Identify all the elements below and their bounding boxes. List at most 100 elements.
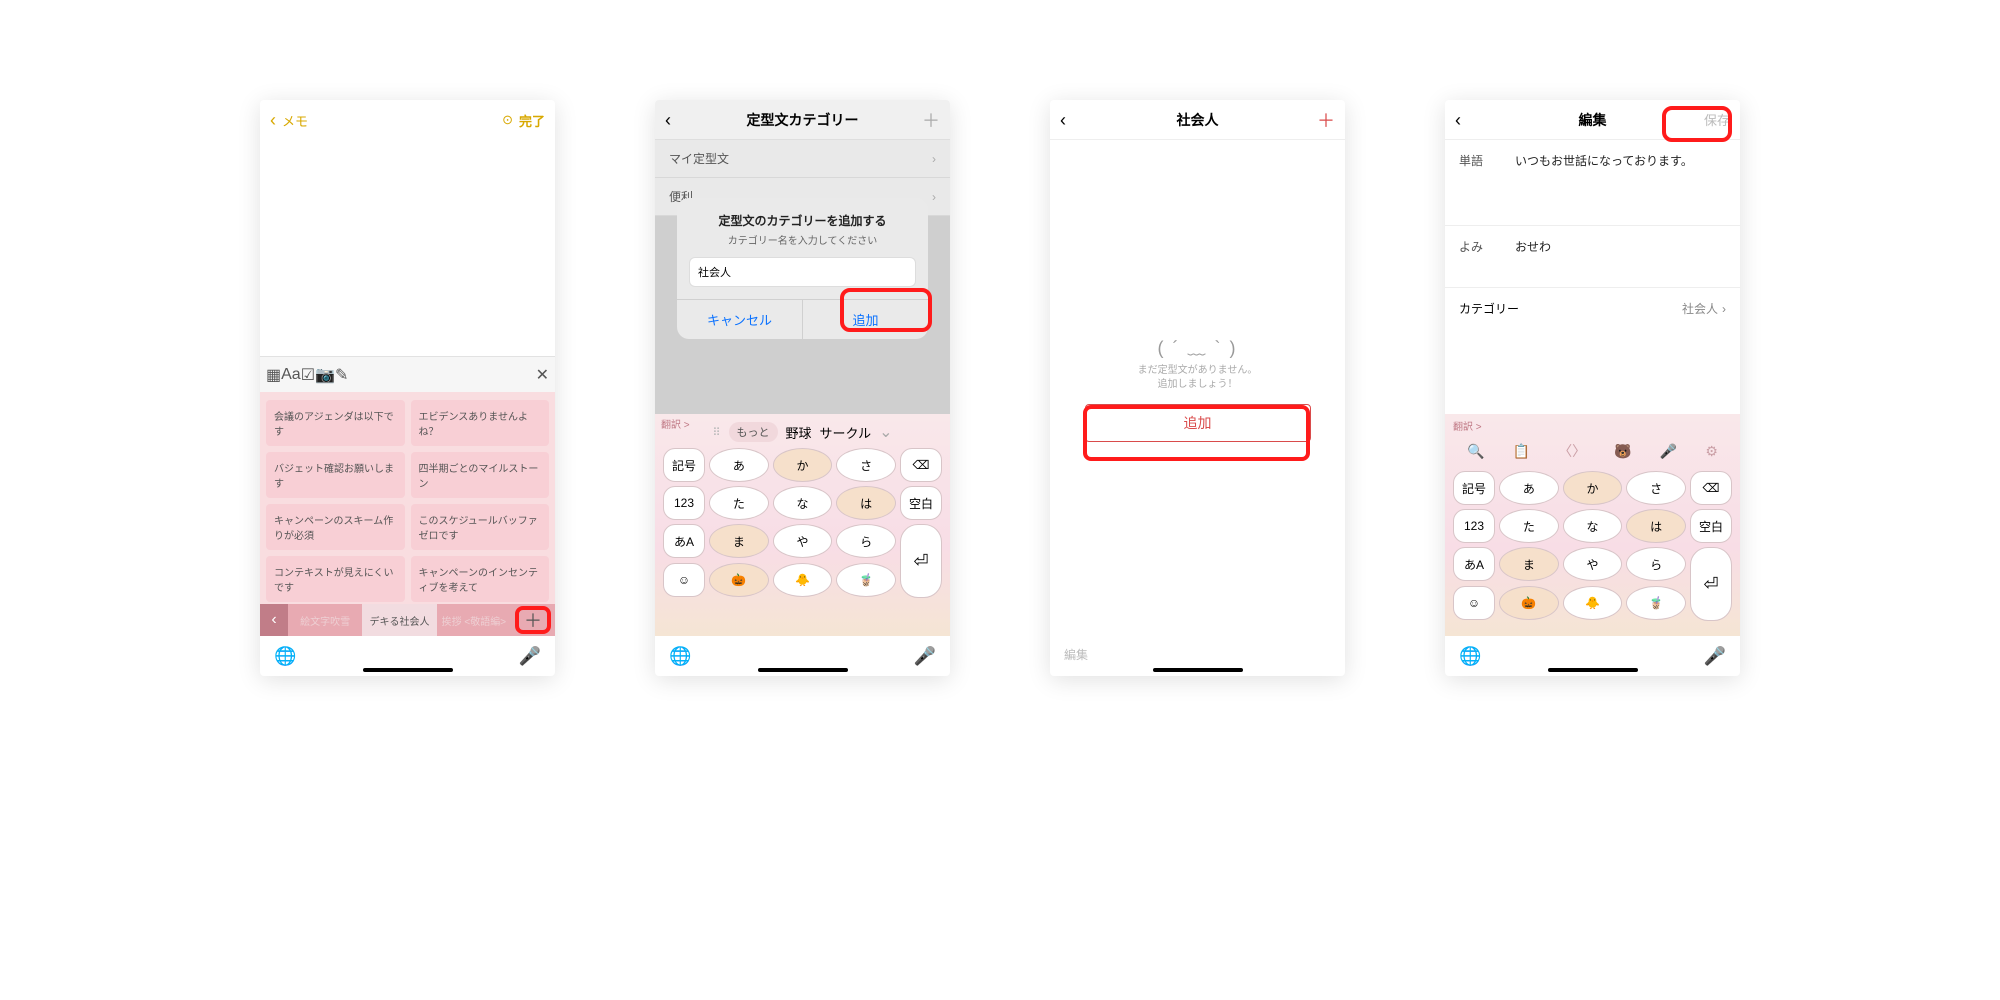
key[interactable]: 🎃 xyxy=(709,563,769,597)
home-indicator xyxy=(1548,668,1638,672)
key[interactable]: た xyxy=(709,486,769,520)
key-emoji[interactable]: ☺ xyxy=(663,563,705,597)
suggestion[interactable]: このスケジュールバッファゼロです xyxy=(411,504,550,550)
tab[interactable]: 挨拶 <敬語編> xyxy=(437,604,511,636)
confirm-add-button[interactable]: 追加 xyxy=(802,300,928,339)
add-category-modal: 定型文のカテゴリーを追加する カテゴリー名を入力してください 社会人 キャンセル… xyxy=(677,198,928,339)
back-button[interactable]: ‹ メモ xyxy=(270,111,330,130)
key[interactable]: か xyxy=(1563,471,1623,505)
key-enter[interactable]: ⏎ xyxy=(1690,547,1732,621)
category-row[interactable]: マイ定型文 › xyxy=(655,140,950,178)
mic-icon[interactable]: 🎤 xyxy=(914,646,936,667)
key[interactable]: ら xyxy=(836,524,896,558)
add-phrase-button[interactable]: 追加 xyxy=(1085,404,1311,442)
bear-icon[interactable]: 🐻 xyxy=(1614,443,1631,460)
done-button[interactable]: 完了 xyxy=(519,111,545,130)
chevron-down-icon[interactable]: ⌄ xyxy=(879,422,892,442)
key[interactable]: さ xyxy=(836,448,896,482)
add-icon[interactable]: ＋ xyxy=(1317,107,1335,133)
suggestion[interactable]: キャンペーンのスキーム作りが必須 xyxy=(266,504,405,550)
suggestion[interactable]: コンテキストが見えにくいです xyxy=(266,556,405,602)
key[interactable]: 🐥 xyxy=(1563,586,1623,620)
camera-icon[interactable]: 📷 xyxy=(315,365,335,385)
key-delete[interactable]: ⌫ xyxy=(1690,471,1732,505)
reading-row[interactable]: よみ おせわ xyxy=(1445,225,1740,267)
add-category-button[interactable]: ＋ xyxy=(515,606,551,634)
key[interactable]: や xyxy=(773,524,833,558)
translate-toggle[interactable]: 翻訳 > xyxy=(1445,414,1740,437)
phone-4: ‹ 編集 保存 単語 いつもお世話になっております。 よみ おせわ カテゴリー … xyxy=(1445,100,1740,676)
key[interactable]: 🐥 xyxy=(773,563,833,597)
globe-icon[interactable]: 🌐 xyxy=(274,646,296,667)
back-button[interactable]: ‹ xyxy=(665,111,671,129)
key[interactable]: は xyxy=(1626,509,1686,543)
reading-input[interactable]: おせわ xyxy=(1515,238,1726,255)
candidate-more[interactable]: もっと xyxy=(729,422,778,442)
markup-icon[interactable]: ✎ xyxy=(335,365,348,385)
suggestion[interactable]: キャンペーンのインセンティブを考えて xyxy=(411,556,550,602)
search-icon[interactable]: 🔍 xyxy=(1467,443,1484,460)
suggestion[interactable]: バジェット確認お願いします xyxy=(266,452,405,498)
tab-selected[interactable]: デキる社会人 xyxy=(362,604,436,636)
note-body[interactable] xyxy=(260,140,555,356)
key-delete[interactable]: ⌫ xyxy=(900,448,942,482)
word-input[interactable]: いつもお世話になっております。 xyxy=(1515,152,1726,169)
key-123[interactable]: 123 xyxy=(1453,509,1495,543)
key[interactable]: な xyxy=(773,486,833,520)
key[interactable]: 🎃 xyxy=(1499,586,1559,620)
gear-icon[interactable]: ⚙ xyxy=(1705,443,1718,460)
suggestion[interactable]: 四半期ごとのマイルストーン xyxy=(411,452,550,498)
clipboard-icon[interactable]: 📋 xyxy=(1513,443,1530,460)
key-symbols[interactable]: 記号 xyxy=(1453,471,1495,505)
key-symbols[interactable]: 記号 xyxy=(663,448,705,482)
key[interactable]: あ xyxy=(1499,471,1559,505)
more-icon[interactable]: ⊙ xyxy=(502,112,513,128)
suggestion[interactable]: エビデンスありませんよね？ xyxy=(411,400,550,446)
kana-keyboard: 翻訳 > ⠿ もっと 野球 サークル ⌄ 記号 あ か さ ⌫ 123 た な … xyxy=(655,414,950,636)
key[interactable]: ら xyxy=(1626,547,1686,581)
text-format-icon[interactable]: Aa xyxy=(281,366,301,384)
key[interactable]: ま xyxy=(1499,547,1559,581)
key[interactable]: な xyxy=(1563,509,1623,543)
key-emoji[interactable]: ☺ xyxy=(1453,586,1495,620)
checklist-icon[interactable]: ☑︎ xyxy=(301,365,315,385)
close-icon[interactable]: ✕ xyxy=(536,365,549,385)
save-button[interactable]: 保存 xyxy=(1704,110,1730,129)
mic-icon[interactable]: 🎤 xyxy=(1660,443,1677,460)
tabs-back[interactable]: ‹ xyxy=(260,604,288,636)
key-mode[interactable]: あA xyxy=(663,524,705,558)
category-tabs: ‹ 絵文字吹雪 デキる社会人 挨拶 <敬語編> ＋ xyxy=(260,604,555,636)
key[interactable]: か xyxy=(773,448,833,482)
key[interactable]: 🧋 xyxy=(836,563,896,597)
table-icon[interactable]: ▦ xyxy=(266,365,281,385)
back-button[interactable]: ‹ xyxy=(1060,111,1066,129)
key[interactable]: は xyxy=(836,486,896,520)
mic-icon[interactable]: 🎤 xyxy=(1704,646,1726,667)
translate-toggle[interactable]: 翻訳 > xyxy=(661,416,690,431)
candidate[interactable]: 野球 xyxy=(786,423,812,442)
key[interactable]: 🧋 xyxy=(1626,586,1686,620)
key[interactable]: た xyxy=(1499,509,1559,543)
key-mode[interactable]: あA xyxy=(1453,547,1495,581)
back-button[interactable]: ‹ xyxy=(1455,111,1461,129)
key[interactable]: さ xyxy=(1626,471,1686,505)
tab[interactable]: 絵文字吹雪 xyxy=(288,604,362,636)
category-select-row[interactable]: カテゴリー 社会人 › xyxy=(1445,287,1740,329)
key[interactable]: ま xyxy=(709,524,769,558)
globe-icon[interactable]: 🌐 xyxy=(669,646,691,667)
add-icon[interactable]: ＋ xyxy=(922,107,940,133)
key-123[interactable]: 123 xyxy=(663,486,705,520)
key-enter[interactable]: ⏎ xyxy=(900,524,942,598)
key-space[interactable]: 空白 xyxy=(1690,509,1732,543)
suggestion[interactable]: 会議のアジェンダは以下です xyxy=(266,400,405,446)
word-row[interactable]: 単語 いつもお世話になっております。 xyxy=(1445,140,1740,181)
candidate[interactable]: サークル xyxy=(820,423,872,442)
cancel-button[interactable]: キャンセル xyxy=(677,300,802,339)
category-name-input[interactable]: 社会人 xyxy=(689,257,916,287)
key[interactable]: あ xyxy=(709,448,769,482)
bracket-icon[interactable]: 〈〉 xyxy=(1558,441,1586,461)
globe-icon[interactable]: 🌐 xyxy=(1459,646,1481,667)
key[interactable]: や xyxy=(1563,547,1623,581)
key-space[interactable]: 空白 xyxy=(900,486,942,520)
mic-icon[interactable]: 🎤 xyxy=(519,646,541,667)
